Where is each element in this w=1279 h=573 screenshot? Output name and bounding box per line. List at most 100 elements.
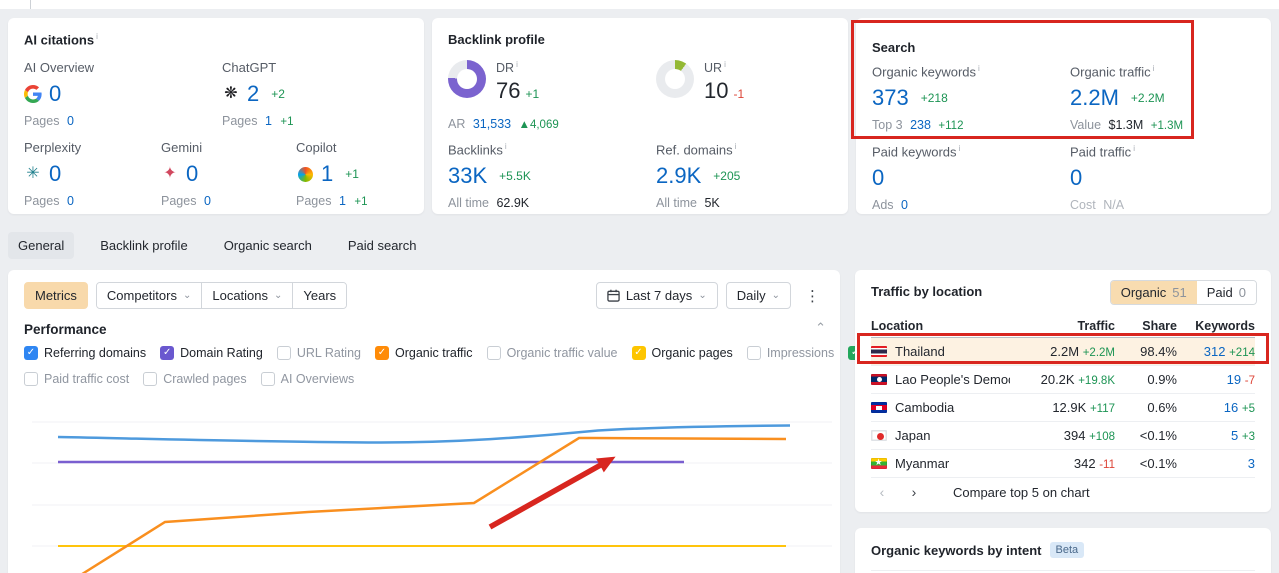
laos-flag-icon [871, 374, 887, 385]
metrics-button[interactable]: Metrics [24, 282, 88, 309]
search-title: Search [872, 40, 916, 55]
table-row-cambodia[interactable]: Cambodia 12.9K +117 0.6% 16 +5 [871, 394, 1255, 422]
keywords-link[interactable]: 5 [1231, 428, 1238, 443]
stat-ai-overview: AI Overview 0 Pages 0 [24, 60, 95, 128]
top3-count[interactable]: 238 [910, 118, 931, 132]
performance-panel: Metrics Competitors ⌄ Locations ⌄ Years La… [8, 270, 927, 573]
checkbox-icon [143, 372, 158, 386]
beta-badge: Beta [1049, 542, 1085, 558]
pages-count[interactable]: 1 [265, 114, 272, 128]
traffic-by-location-title: Traffic by location [871, 284, 983, 299]
pages-count[interactable]: 0 [67, 194, 74, 208]
top-strip [0, 0, 1279, 9]
dr-value: 76 [496, 78, 521, 104]
chevron-down-icon: ⌄ [182, 289, 192, 301]
ur-donut [656, 60, 694, 98]
checkbox-referring-domains[interactable]: ✓ Referring domains [24, 346, 146, 360]
info-icon: i [96, 32, 98, 41]
toggle-organic[interactable]: Organic 51 [1110, 281, 1197, 304]
keywords-link[interactable]: 16 [1224, 400, 1238, 415]
ai-citations-title: AI citations [24, 32, 95, 48]
stat-organic-traffic: Organic traffic i 2.2M +2.2M Value $1.3M +… [1070, 64, 1184, 133]
copilot-count[interactable]: 1 [321, 163, 333, 185]
col-share[interactable]: Share [1115, 319, 1177, 333]
tab-paid-search[interactable]: Paid search [338, 232, 427, 259]
checkbox-icon [260, 372, 275, 386]
ur-value: 10 [704, 78, 729, 104]
performance-title: Performance [24, 322, 107, 337]
checkbox-impressions[interactable]: Impressions [746, 346, 834, 360]
table-row-thailand[interactable]: Thailand 2.2M +2.2M 98.4% 312 +214 [871, 338, 1255, 366]
pages-count[interactable]: 1 [339, 194, 346, 208]
checkbox-organic-traffic-value[interactable]: Organic traffic value [486, 346, 618, 360]
col-location[interactable]: Location [871, 319, 1010, 333]
tab-organic-search[interactable]: Organic search [214, 232, 322, 259]
checkbox-ai-overviews[interactable]: AI Overviews [260, 372, 354, 386]
section-tabs: General Backlink profile Organic search … [8, 232, 427, 259]
backlink-profile-title: Backlink profile [448, 32, 545, 47]
perplexity-count[interactable]: 0 [49, 163, 61, 185]
ads-count[interactable]: 0 [901, 198, 908, 212]
stat-gemini: Gemini ✦ 0 Pages 0 [161, 140, 211, 208]
paid-keywords-count[interactable]: 0 [872, 167, 884, 189]
japan-flag-icon [871, 430, 887, 441]
chatgpt-count[interactable]: 2 [247, 83, 259, 105]
prev-page-icon[interactable]: ‹ [871, 484, 893, 500]
card-title: AI citations i [24, 32, 98, 47]
table-row-myanmar[interactable]: Myanmar 342 -11 <0.1% 3 [871, 450, 1255, 478]
kebab-menu-icon[interactable]: ⋮ [799, 283, 826, 309]
checkbox-paid-traffic-cost[interactable]: Paid traffic cost [24, 372, 129, 386]
chevron-down-icon: ⌄ [771, 289, 780, 301]
paid-traffic-count[interactable]: 0 [1070, 167, 1082, 189]
gemini-count[interactable]: 0 [186, 163, 198, 185]
competitors-dropdown[interactable]: Competitors ⌄ [96, 283, 202, 308]
checkbox-icon: ✓ [374, 346, 389, 360]
table-row-japan[interactable]: Japan 394 +108 <0.1% 5 +3 [871, 422, 1255, 450]
col-traffic[interactable]: Traffic [1010, 319, 1115, 333]
backlink-profile-card: Backlink profile DR i 76 +1 AR 31,533 ▲4,0… [432, 18, 848, 214]
info-icon: i [734, 142, 737, 151]
collapse-chevron-icon[interactable]: ⌃ [815, 320, 826, 336]
checkbox-organic-pages[interactable]: ✓ Organic pages [631, 346, 733, 360]
pages-count[interactable]: 0 [67, 114, 74, 128]
checkbox-organic-traffic[interactable]: ✓ Organic traffic [374, 346, 473, 360]
next-page-icon[interactable]: › [903, 484, 925, 500]
organic-keywords-count[interactable]: 373 [872, 87, 909, 109]
ai-overview-count[interactable]: 0 [49, 83, 61, 105]
toggle-paid[interactable]: Paid 0 [1196, 281, 1256, 304]
checkbox-url-rating[interactable]: URL Rating [276, 346, 361, 360]
checkbox-icon [24, 372, 38, 386]
table-header: Location Traffic Share Keywords [871, 314, 1255, 338]
organic-traffic-count[interactable]: 2.2M [1070, 87, 1119, 109]
tab-backlink-profile[interactable]: Backlink profile [90, 232, 197, 259]
stat-ur: UR i 10 -1 [656, 60, 744, 104]
ref-domains-count[interactable]: 2.9K [656, 165, 701, 187]
info-icon: i [724, 60, 726, 69]
compare-top5-link[interactable]: Compare top 5 on chart [953, 485, 1090, 500]
ar-value[interactable]: 31,533 [473, 117, 511, 131]
organic-traffic-line [81, 436, 787, 573]
chevron-down-icon: ⌄ [274, 289, 283, 301]
keywords-link[interactable]: 3 [1248, 456, 1255, 471]
chart-toolbar-right: Last 7 days ⌄ Daily ⌄ ⋮ [595, 282, 826, 309]
date-range-dropdown[interactable]: Last 7 days ⌄ [595, 282, 718, 309]
checkbox-crawled-pages[interactable]: Crawled pages [143, 372, 247, 386]
backlinks-count[interactable]: 33K [448, 165, 487, 187]
checkbox-icon [486, 346, 501, 360]
keywords-link[interactable]: 312 [1204, 344, 1226, 359]
perplexity-icon: ✳ [26, 165, 40, 182]
organic-paid-toggle: Organic 51 Paid 0 [1109, 280, 1257, 305]
checkbox-domain-rating[interactable]: ✓ Domain Rating [160, 346, 263, 360]
pages-count[interactable]: 0 [204, 194, 211, 208]
locations-dropdown[interactable]: Locations ⌄ [201, 283, 293, 308]
checkbox-icon [746, 346, 761, 360]
table-row-laos[interactable]: Lao People's Democratic Repub 20.2K +19.… [871, 366, 1255, 394]
tab-general[interactable]: General [8, 232, 75, 259]
info-icon: i [504, 142, 507, 151]
keywords-link[interactable]: 19 [1227, 372, 1241, 387]
search-card: Search Organic keywords i 373 +218 Top 3 2… [856, 18, 1271, 214]
granularity-dropdown[interactable]: Daily ⌄ [725, 282, 791, 309]
col-keywords[interactable]: Keywords [1177, 319, 1255, 333]
years-button[interactable]: Years [292, 283, 347, 308]
filter-group: Competitors ⌄ Locations ⌄ Years [95, 282, 348, 309]
